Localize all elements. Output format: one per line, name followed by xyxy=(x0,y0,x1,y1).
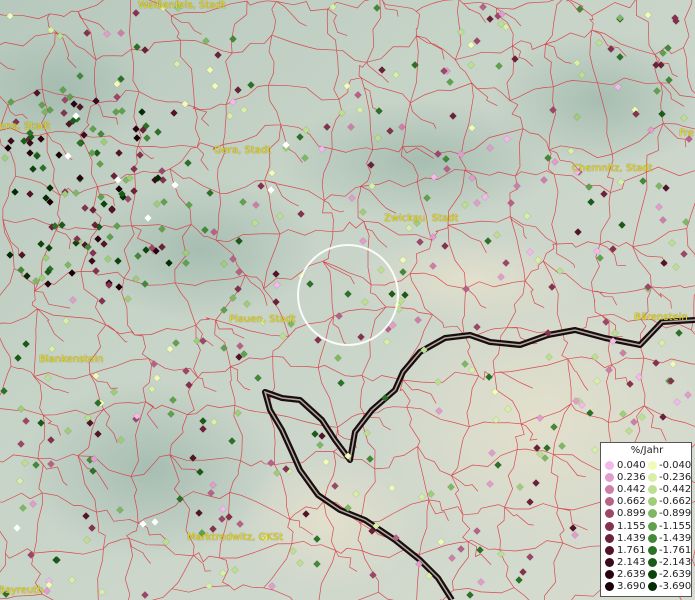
legend-swatch-positive xyxy=(605,485,614,495)
city-label-weissenfels: Weißenfels, Stadt xyxy=(138,0,226,11)
legend-row: 1.439 -1.439 xyxy=(601,533,693,545)
city-label-freiberg: Fre xyxy=(679,128,695,139)
legend-value-positive: 0.040 xyxy=(617,460,646,471)
legend-value-positive: 1.439 xyxy=(617,532,646,544)
legend-swatch-negative xyxy=(648,533,657,543)
legend-swatch-positive xyxy=(605,533,614,543)
legend-row: 0.442 -0.442 xyxy=(601,484,693,496)
legend-row: 0.899 -0.899 xyxy=(601,508,693,520)
legend-row: 1.155 -1.155 xyxy=(601,521,693,533)
legend-swatch-positive xyxy=(605,557,614,567)
legend-value-negative: -2.143 xyxy=(659,556,692,568)
legend-row: 3.690 -3.690 xyxy=(601,581,693,593)
legend-swatch-negative xyxy=(648,509,657,519)
legend-swatch-negative xyxy=(648,521,657,531)
legend-value-positive: 0.662 xyxy=(617,496,646,508)
legend-row: 0.662 -0.662 xyxy=(601,496,693,508)
legend-swatch-positive xyxy=(605,545,614,555)
legend-row: 0.236 -0.236 xyxy=(601,472,693,484)
legend-swatch-positive xyxy=(605,461,614,470)
legend-title: %/Jahr xyxy=(630,445,664,456)
city-label-jena: Jena, Stadt xyxy=(0,121,51,132)
legend-swatch-negative xyxy=(648,461,657,470)
legend-swatch-negative xyxy=(648,497,657,507)
legend-row: 1.761 -1.761 xyxy=(601,545,693,557)
legend-value-positive: 1.155 xyxy=(617,520,646,532)
city-label-blankenstein: Blankenstein xyxy=(39,354,104,365)
city-label-zwickau: Zwickau, Stadt xyxy=(384,213,459,224)
legend-swatch-negative xyxy=(648,545,657,555)
legend-swatch-negative xyxy=(648,473,657,483)
legend-value-negative: -3.690 xyxy=(659,581,692,592)
legend-row: 0.040 -0.040 xyxy=(601,460,693,472)
legend-value-positive: 1.761 xyxy=(617,544,646,556)
legend-value-positive: 3.690 xyxy=(617,581,646,592)
legend-value-negative: -0.899 xyxy=(659,508,692,520)
city-label-barenstein: Bärenstein xyxy=(634,312,688,323)
map-canvas[interactable] xyxy=(0,0,695,600)
legend-value-negative: -1.761 xyxy=(659,544,692,556)
legend-swatch-negative xyxy=(648,485,657,495)
legend-swatch-negative xyxy=(648,582,657,591)
city-label-marktredwitz: Marktredwitz, GKSt xyxy=(187,532,284,543)
legend-value-positive: 0.442 xyxy=(617,484,646,496)
legend-row: 2.143 -2.143 xyxy=(601,557,693,569)
legend-swatch-positive xyxy=(605,473,614,483)
legend-value-positive: 2.639 xyxy=(617,568,646,580)
legend-swatch-negative xyxy=(648,569,657,579)
legend-value-positive: 2.143 xyxy=(617,556,646,568)
legend-value-negative: -1.155 xyxy=(659,520,692,532)
legend-swatch-positive xyxy=(605,582,614,591)
city-label-gera: Gera, Stadt xyxy=(214,145,272,156)
legend-value-negative: -0.442 xyxy=(659,484,692,496)
legend-swatch-positive xyxy=(605,497,614,507)
legend-swatch-negative xyxy=(648,557,657,567)
city-label-bayreuth: Bayreuth xyxy=(0,585,44,596)
legend-swatch-positive xyxy=(605,569,614,579)
legend-value-negative: -0.662 xyxy=(659,496,692,508)
legend-row: 2.639 -2.639 xyxy=(601,569,693,581)
legend-value-positive: 0.899 xyxy=(617,508,646,520)
legend-value-positive: 0.236 xyxy=(617,472,646,484)
legend-value-negative: -1.439 xyxy=(659,532,692,544)
map-legend: %/Jahr 0.040 -0.040 0.236 -0.236 0.442 -0.442… xyxy=(600,442,692,597)
city-label-chemnitz: Chemnitz, Stadt xyxy=(572,163,653,174)
city-label-plauen: Plauen, Stadt xyxy=(229,314,296,325)
legend-value-negative: -0.236 xyxy=(659,472,692,484)
legend-value-negative: -0.040 xyxy=(659,460,692,471)
legend-swatch-positive xyxy=(605,521,614,531)
legend-value-negative: -2.639 xyxy=(659,568,692,580)
legend-swatch-positive xyxy=(605,509,614,519)
